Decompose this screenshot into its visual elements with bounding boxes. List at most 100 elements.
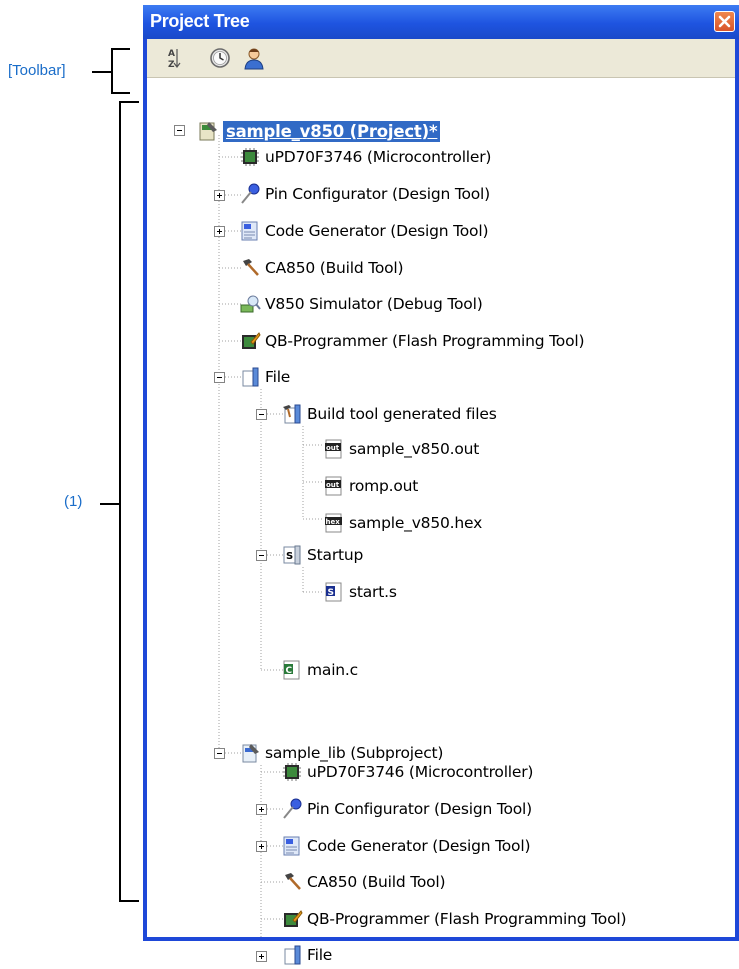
collapse-toggle[interactable]	[256, 550, 267, 561]
tree-node-label: Build tool generated files	[307, 405, 497, 423]
tree-node-pin-configurator[interactable]: Pin Configurator (Design Tool)	[239, 180, 490, 208]
svg-text:out: out	[326, 481, 340, 489]
tree-node-label: Startup	[307, 546, 364, 564]
tree-node-label: Code Generator (Design Tool)	[265, 222, 489, 240]
collapse-toggle[interactable]	[214, 748, 225, 759]
tree-node-label: sample_v850 (Project)*	[223, 120, 441, 142]
user-button[interactable]	[241, 45, 267, 71]
toolbar-bracket	[111, 48, 113, 94]
out-file-icon: out	[325, 476, 342, 496]
simulator-icon	[240, 295, 261, 313]
tree-node-file[interactable]: S start.s	[323, 578, 397, 606]
tree-node-label: File	[265, 368, 291, 386]
tree-node-startup-folder[interactable]: S Startup	[281, 541, 363, 569]
subproject-icon	[242, 744, 259, 763]
tree-node-label: sample_v850.out	[349, 440, 480, 458]
tree-node-label: sample_v850.hex	[349, 514, 483, 532]
tree-node-label: Pin Configurator (Design Tool)	[307, 800, 532, 818]
tree-node-build-tool[interactable]: CA850 (Build Tool)	[239, 254, 404, 282]
tree-node-code-generator[interactable]: Code Generator (Design Tool)	[239, 217, 488, 245]
tree-node-label: romp.out	[349, 477, 419, 495]
c-file-icon: C	[283, 660, 300, 680]
tree-node-build-generated-folder[interactable]: Build tool generated files	[281, 400, 497, 428]
close-button[interactable]	[714, 11, 735, 32]
close-icon	[718, 15, 731, 28]
area1-annotation-leader	[100, 503, 119, 505]
flash-icon	[242, 332, 261, 349]
chip-icon	[283, 763, 301, 781]
tree-node-label: CA850 (Build Tool)	[307, 873, 446, 891]
folder-icon	[242, 367, 259, 387]
tree-node-file[interactable]: out sample_v850.out	[323, 435, 479, 463]
tree-node-label: Pin Configurator (Design Tool)	[265, 185, 490, 203]
title-bar[interactable]: Project Tree	[143, 5, 739, 39]
svg-text:A: A	[168, 49, 175, 59]
expand-toggle[interactable]	[214, 190, 225, 201]
sort-button[interactable]: A Z	[161, 45, 187, 71]
toolbar-bracket-bottom	[111, 92, 130, 94]
folder-icon	[284, 945, 301, 965]
pin-icon	[283, 798, 302, 819]
code-generator-icon	[283, 836, 300, 856]
tree-node-debug-tool[interactable]: V850 Simulator (Debug Tool)	[239, 290, 483, 318]
project-tree: sample_v850 (Project)* uPD70F3746 (Micro…	[147, 77, 735, 965]
area1-bracket	[119, 101, 121, 902]
build-folder-icon	[283, 404, 301, 424]
area1-bracket-bottom	[119, 900, 139, 902]
tree-node-microcontroller[interactable]: uPD70F3746 (Microcontroller)	[281, 758, 533, 786]
expand-toggle[interactable]	[256, 804, 267, 815]
expand-toggle[interactable]	[256, 841, 267, 852]
tree-node-label: V850 Simulator (Debug Tool)	[265, 295, 483, 313]
tree-node-flash-tool[interactable]: QB-Programmer (Flash Programming Tool)	[239, 327, 585, 355]
tree-node-label: main.c	[307, 661, 358, 679]
tree-node-code-generator[interactable]: Code Generator (Design Tool)	[281, 832, 530, 860]
tree-node-label: uPD70F3746 (Microcontroller)	[265, 148, 492, 166]
tree-node-microcontroller[interactable]: uPD70F3746 (Microcontroller)	[239, 143, 491, 171]
svg-text:S: S	[328, 588, 334, 598]
tree-node-build-tool[interactable]: CA850 (Build Tool)	[281, 868, 446, 896]
tree-node-project[interactable]: sample_v850 (Project)*	[197, 117, 441, 145]
project-icon	[199, 122, 217, 141]
tree-node-file-folder[interactable]: File	[281, 941, 332, 969]
tree-node-file[interactable]: out romp.out	[323, 472, 418, 500]
tree-node-pin-configurator[interactable]: Pin Configurator (Design Tool)	[281, 795, 532, 823]
expand-toggle[interactable]	[214, 226, 225, 237]
project-tree-panel: Project Tree A Z sample_v850 (Project)* …	[143, 5, 739, 965]
toolbar-annotation-leader	[92, 71, 111, 73]
collapse-toggle[interactable]	[174, 125, 185, 136]
tree-node-label: uPD70F3746 (Microcontroller)	[307, 763, 534, 781]
tree-node-file-folder[interactable]: File	[239, 363, 290, 391]
chip-icon	[241, 148, 259, 166]
area1-annotation: (1)	[64, 493, 83, 510]
tree-node-label: start.s	[349, 583, 397, 601]
hex-file-icon: hex	[325, 513, 342, 533]
code-generator-icon	[241, 221, 258, 241]
tree-node-flash-tool[interactable]: QB-Programmer (Flash Programming Tool)	[281, 905, 627, 933]
toolbar: A Z	[147, 39, 735, 78]
person-icon	[244, 48, 264, 70]
svg-text:Z: Z	[168, 60, 175, 70]
tree-node-file[interactable]: hex sample_v850.hex	[323, 509, 482, 537]
flash-icon	[284, 910, 303, 927]
clock-icon	[210, 48, 230, 68]
toolbar-bracket-top	[111, 48, 130, 50]
tree-node-label: File	[307, 946, 333, 964]
collapse-toggle[interactable]	[214, 372, 225, 383]
history-button[interactable]	[207, 45, 233, 71]
tree-node-label: CA850 (Build Tool)	[265, 259, 404, 277]
hammer-icon	[243, 259, 259, 276]
svg-text:S: S	[286, 551, 293, 562]
hammer-icon	[285, 873, 301, 890]
expand-toggle[interactable]	[256, 951, 267, 962]
tree-node-label: Code Generator (Design Tool)	[307, 837, 531, 855]
collapse-toggle[interactable]	[256, 409, 267, 420]
svg-text:out: out	[326, 444, 340, 452]
tree-node-label: QB-Programmer (Flash Programming Tool)	[307, 910, 627, 928]
tree-node-file[interactable]: C main.c	[281, 656, 358, 684]
svg-text:C: C	[286, 666, 293, 676]
sort-az-icon: A Z	[168, 49, 181, 70]
s-file-icon: S	[325, 582, 342, 602]
out-file-icon: out	[325, 439, 342, 459]
toolbar-annotation: [Toolbar]	[8, 62, 66, 79]
s-folder-icon: S	[283, 545, 301, 565]
